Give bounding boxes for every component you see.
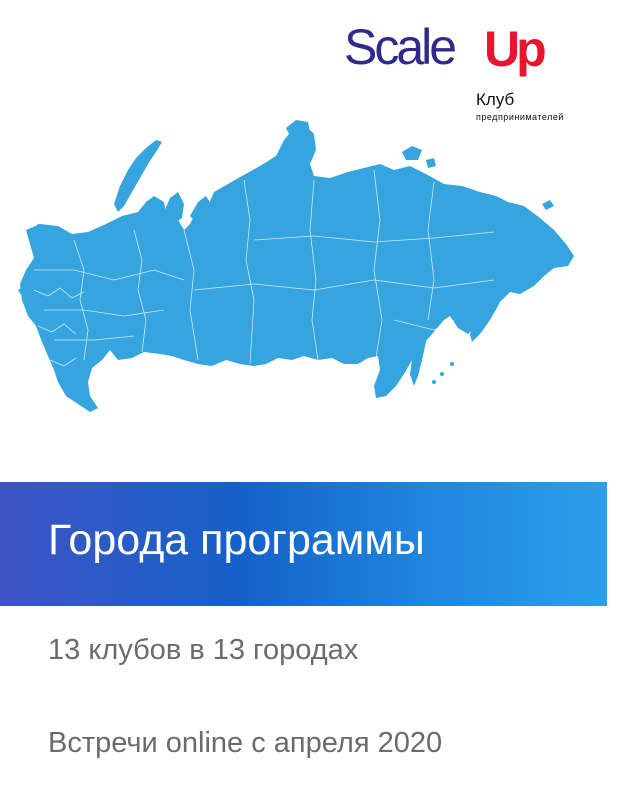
banner-title: Города программы xyxy=(48,516,425,564)
logo-up-mark: Up xyxy=(484,20,562,80)
logo-club-label: Клуб xyxy=(476,90,515,109)
brand-logo: Scale Up Клуб предпринимателей xyxy=(344,18,574,128)
logo-scale-text: Scale xyxy=(344,19,457,75)
russia-map-icon xyxy=(18,120,574,412)
logo-up-text: Up xyxy=(484,21,547,77)
online-meetings-text: Встречи online с апреля 2020 xyxy=(48,727,443,759)
clubs-count-text: 13 клубов в 13 городах xyxy=(48,634,359,666)
